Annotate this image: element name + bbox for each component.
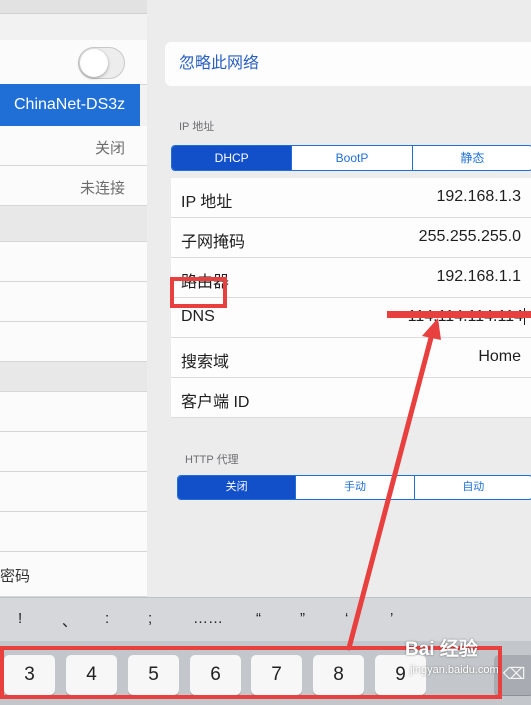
- annotation-arrow-icon: [346, 318, 441, 651]
- watermark-url: jingyan.baidu.com: [410, 664, 499, 676]
- watermark-brand: Bai 经验: [405, 639, 478, 660]
